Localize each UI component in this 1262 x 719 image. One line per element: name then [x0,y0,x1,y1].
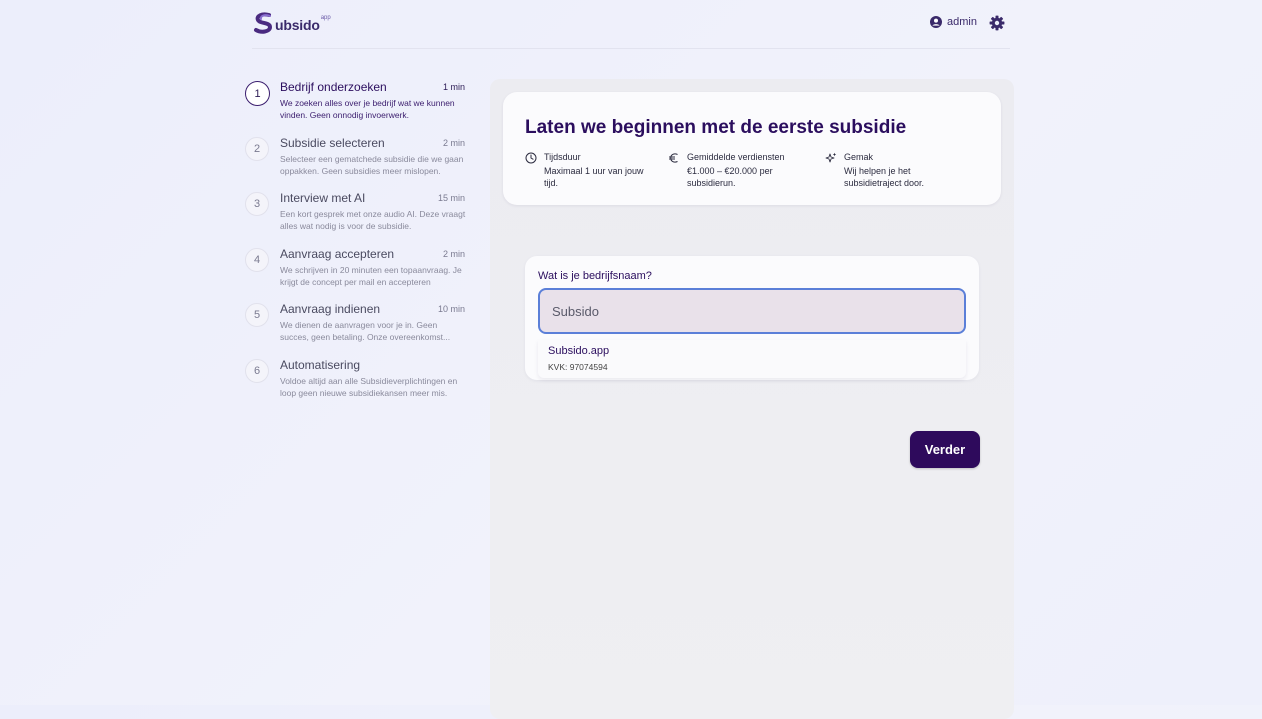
suggestion-name: Subsido.app [548,345,610,357]
step-item-3[interactable]: 3 Interview met AI 15 min Een kort gespr… [245,191,467,247]
step-number: 5 [245,303,269,327]
step-title: Interview met AI [280,191,366,205]
step-duration: 2 min [442,248,465,259]
step-title: Bedrijf onderzoeken [280,80,387,94]
logo[interactable]: ubsido app [252,11,331,35]
step-title: Aanvraag accepteren [280,246,395,261]
euro-icon [669,153,678,163]
top-bar: ubsido app admin [0,0,1262,48]
feature-label: Gemak [844,152,874,162]
step-title: Automatisering [280,357,361,372]
logo-sup: app [320,15,331,21]
company-form: Wat is je bedrijfsnaam? Subsido.app KVK:… [525,256,979,380]
step-duration: 15 min [437,193,465,203]
step-description: Een kort gesprek met onze audio AI. Deze… [280,209,466,231]
step-item-6[interactable]: 6 Automatisering Voldoe altijd aan alle … [245,358,467,414]
header-divider [252,48,1010,49]
user-name: admin [947,16,977,28]
feature-label: Tijdsduur [544,152,581,162]
logo-mark [254,12,273,34]
next-button[interactable]: Verder [910,431,980,468]
step-title: Subsidie selecteren [280,135,385,150]
step-description: We zoeken alles over je bedrijf wat we k… [280,98,455,120]
user-circle-icon [930,16,942,28]
step-duration: 2 min [442,137,465,148]
logo-text: ubsido [275,17,320,33]
step-item-1[interactable]: 1 Bedrijf onderzoeken 1 min We zoeken al… [245,80,467,136]
step-number: 1 [245,81,270,106]
step-title: Aanvraag indienen [280,302,381,316]
suggestion-kvk: KVK: 97074594 [548,362,608,372]
step-description: We dienen de aanvragen voor je in. Geen … [280,320,451,342]
feature-text: €1.000 – €20.000 per subsidierun. [687,166,773,188]
step-item-5[interactable]: 5 Aanvraag indienen 10 min We dienen de … [245,302,467,358]
intro-card: Laten we beginnen met de eerste subsidie… [503,92,1001,205]
step-description: We schrijven in 20 minuten een topaanvra… [280,264,462,287]
feature-label: Gemiddelde verdiensten [687,152,785,162]
steps-list: 1 Bedrijf onderzoeken 1 min We zoeken al… [245,80,467,413]
step-duration: 10 min [437,304,465,314]
feature-text: Wij helpen je het subsidietraject door. [844,166,925,188]
sparkles-icon [825,152,837,163]
page-title: Laten we beginnen met de eerste subsidie [525,117,907,138]
step-item-4[interactable]: 4 Aanvraag accepteren 2 min We schrijven… [245,247,467,303]
step-number: 3 [245,192,269,216]
step-number: 6 [245,358,269,383]
clock-icon [525,152,537,164]
company-name-label: Wat is je bedrijfsnaam? [538,270,652,282]
user-menu[interactable]: admin [930,16,977,28]
step-description: Selecteer een gematchede subsidie die we… [280,153,464,176]
company-name-input[interactable] [538,288,966,334]
step-number: 2 [245,136,269,161]
feature-text: Maximaal 1 uur van jouw tijd. [544,166,644,188]
step-item-2[interactable]: 2 Subsidie selecteren 2 min Selecteer ee… [245,136,467,192]
company-suggestion[interactable]: Subsido.app KVK: 97074594 [538,340,966,378]
gear-icon[interactable] [989,15,1005,31]
step-number: 4 [245,247,269,272]
step-duration: 1 min [442,82,465,92]
step-description: Voldoe altijd aan alle Subsidieverplicht… [280,375,458,398]
